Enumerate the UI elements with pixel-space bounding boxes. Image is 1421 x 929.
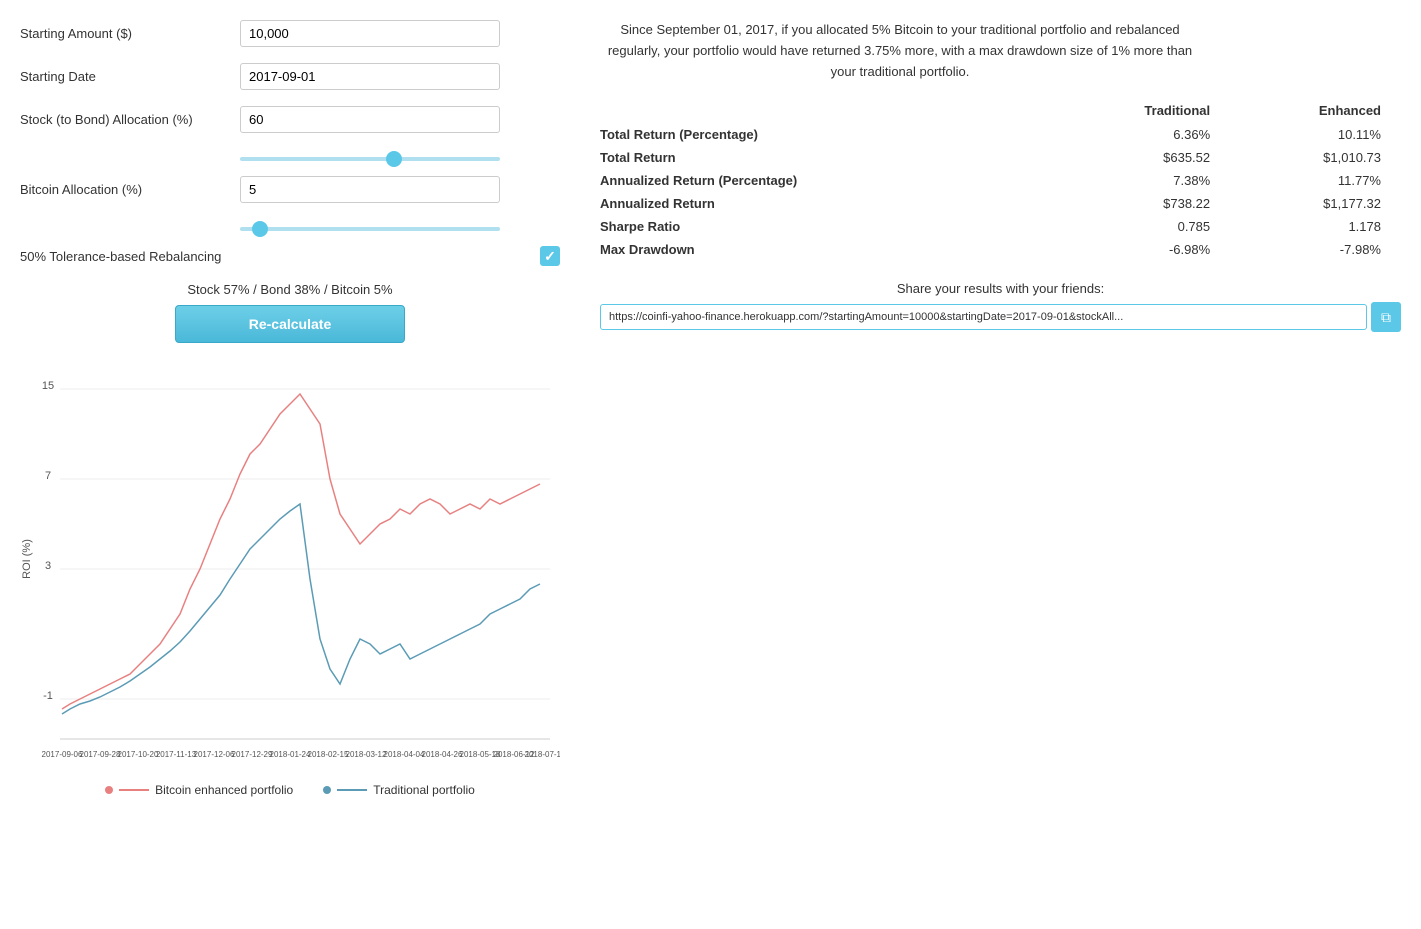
svg-text:2018-03-12: 2018-03-12 [346,750,387,759]
bitcoin-allocation-input[interactable] [240,176,500,203]
table-row: Annualized Return (Percentage) 7.38% 11.… [600,169,1401,192]
stock-bond-input[interactable] [240,106,500,133]
col-header-label [600,98,1052,123]
portfolio-chart: 15 7 3 -1 ROI (%) 2017-09-06 [20,359,560,779]
traditional-legend-dot [323,786,331,794]
share-section: Share your results with your friends: ⧉ [600,281,1401,332]
row-label: Total Return [600,146,1052,169]
chart-container: 15 7 3 -1 ROI (%) 2017-09-06 [20,359,560,779]
bitcoin-allocation-label: Bitcoin Allocation (%) [20,182,240,197]
row-enhanced: 1.178 [1230,215,1401,238]
rebalancing-checkbox[interactable] [540,246,560,266]
svg-text:2018-07-13: 2018-07-13 [525,750,560,759]
svg-text:2018-02-15: 2018-02-15 [308,750,349,759]
row-label: Max Drawdown [600,238,1052,261]
bitcoin-legend-label: Bitcoin enhanced portfolio [155,783,293,797]
chart-legend: Bitcoin enhanced portfolio Traditional p… [20,783,560,797]
svg-text:7: 7 [45,470,51,482]
allocation-text: Stock 57% / Bond 38% / Bitcoin 5% [20,282,560,297]
table-row: Max Drawdown -6.98% -7.98% [600,238,1401,261]
stock-bond-label: Stock (to Bond) Allocation (%) [20,112,240,127]
row-traditional: 0.785 [1052,215,1230,238]
row-traditional: 7.38% [1052,169,1230,192]
share-label: Share your results with your friends: [600,281,1401,296]
row-traditional: $635.52 [1052,146,1230,169]
row-label: Sharpe Ratio [600,215,1052,238]
bitcoin-portfolio-line [62,394,540,709]
traditional-legend-item: Traditional portfolio [323,783,475,797]
col-header-traditional: Traditional [1052,98,1230,123]
svg-text:-1: -1 [43,690,53,702]
left-panel: Starting Amount ($) Starting Date Stock … [20,20,560,797]
row-enhanced: $1,177.32 [1230,192,1401,215]
svg-text:2017-09-28: 2017-09-28 [80,750,121,759]
table-row: Total Return $635.52 $1,010.73 [600,146,1401,169]
svg-text:2017-12-29: 2017-12-29 [232,750,273,759]
row-enhanced: $1,010.73 [1230,146,1401,169]
summary-text: Since September 01, 2017, if you allocat… [600,20,1200,82]
row-label: Annualized Return [600,192,1052,215]
results-table-body: Total Return (Percentage) 6.36% 10.11% T… [600,123,1401,261]
bitcoin-legend-item: Bitcoin enhanced portfolio [105,783,293,797]
svg-text:2017-09-06: 2017-09-06 [42,750,83,759]
bitcoin-slider-row [20,219,560,234]
bitcoin-allocation-row: Bitcoin Allocation (%) [20,176,560,203]
bitcoin-slider[interactable] [240,227,500,231]
rebalancing-label: 50% Tolerance-based Rebalancing [20,249,540,264]
svg-text:2017-11-13: 2017-11-13 [156,750,197,759]
starting-amount-label: Starting Amount ($) [20,26,240,41]
table-row: Sharpe Ratio 0.785 1.178 [600,215,1401,238]
svg-text:15: 15 [42,380,54,392]
rebalancing-row: 50% Tolerance-based Rebalancing [20,246,560,266]
starting-date-input[interactable] [240,63,500,90]
svg-text:3: 3 [45,560,51,572]
share-input-row: ⧉ [600,302,1401,332]
bitcoin-legend-dot [105,786,113,794]
bitcoin-legend-line [119,789,149,791]
svg-text:2018-04-04: 2018-04-04 [384,750,425,759]
svg-text:2018-04-26: 2018-04-26 [422,750,463,759]
starting-amount-input[interactable] [240,20,500,47]
row-traditional: $738.22 [1052,192,1230,215]
svg-text:2017-12-06: 2017-12-06 [194,750,235,759]
starting-date-row: Starting Date [20,63,560,90]
row-enhanced: 11.77% [1230,169,1401,192]
row-enhanced: 10.11% [1230,123,1401,146]
row-label: Annualized Return (Percentage) [600,169,1052,192]
starting-amount-row: Starting Amount ($) [20,20,560,47]
stock-bond-row: Stock (to Bond) Allocation (%) [20,106,560,133]
stock-bond-slider-row [20,149,560,164]
row-enhanced: -7.98% [1230,238,1401,261]
share-url-input[interactable] [600,304,1367,330]
svg-text:ROI (%): ROI (%) [21,539,33,579]
traditional-portfolio-line [62,504,540,714]
starting-date-label: Starting Date [20,69,240,84]
results-table-header-row: Traditional Enhanced [600,98,1401,123]
stock-bond-slider[interactable] [240,157,500,161]
svg-text:2018-01-24: 2018-01-24 [270,750,311,759]
col-header-enhanced: Enhanced [1230,98,1401,123]
row-traditional: -6.98% [1052,238,1230,261]
svg-text:2017-10-20: 2017-10-20 [118,750,159,759]
recalculate-button[interactable]: Re-calculate [175,305,405,343]
table-row: Annualized Return $738.22 $1,177.32 [600,192,1401,215]
right-panel: Since September 01, 2017, if you allocat… [600,20,1401,797]
row-traditional: 6.36% [1052,123,1230,146]
traditional-legend-label: Traditional portfolio [373,783,475,797]
results-table: Traditional Enhanced Total Return (Perce… [600,98,1401,261]
table-row: Total Return (Percentage) 6.36% 10.11% [600,123,1401,146]
row-label: Total Return (Percentage) [600,123,1052,146]
traditional-legend-line [337,789,367,791]
copy-button[interactable]: ⧉ [1371,302,1401,332]
